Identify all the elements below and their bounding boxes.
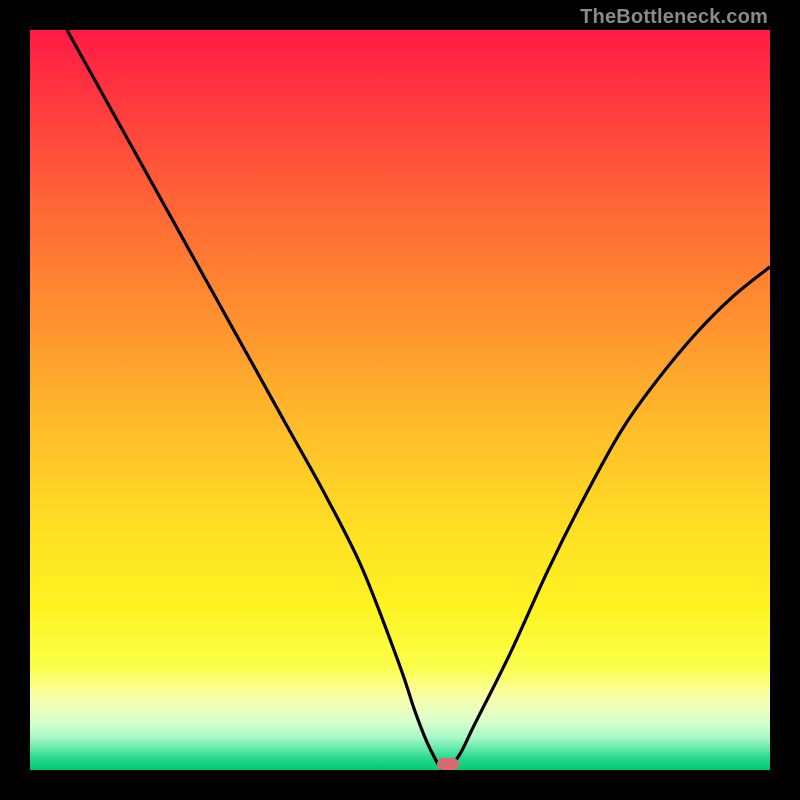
chart-frame: TheBottleneck.com <box>0 0 800 800</box>
plot-area <box>30 30 770 770</box>
bottleneck-curve <box>30 30 770 770</box>
optimum-marker <box>437 758 459 770</box>
watermark-text: TheBottleneck.com <box>580 6 768 29</box>
